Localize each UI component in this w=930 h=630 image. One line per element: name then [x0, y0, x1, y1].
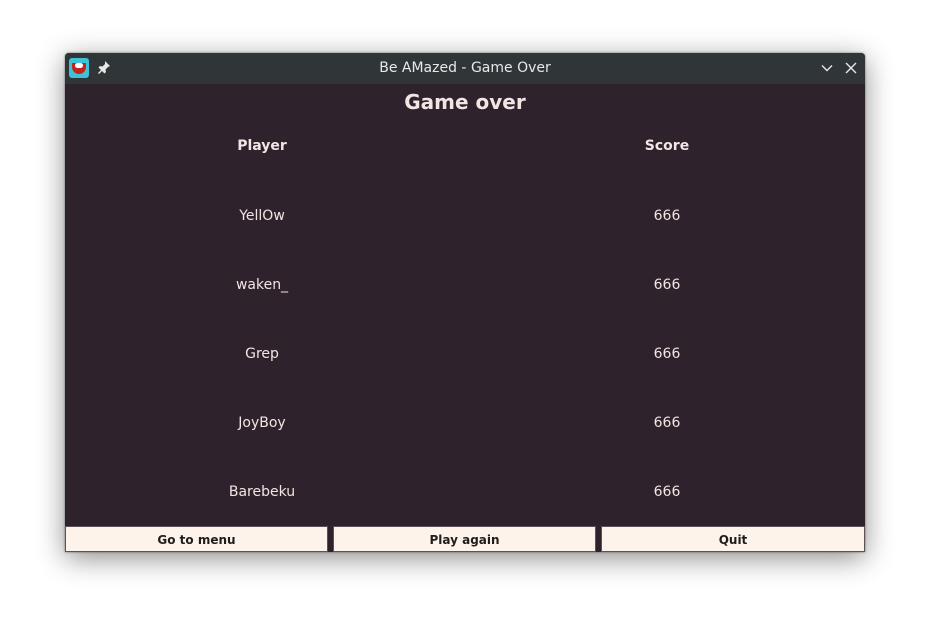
quit-button[interactable]: Quit	[601, 526, 865, 552]
title-bar[interactable]: Be AMazed - Game Over	[65, 53, 865, 84]
player-score: 666	[653, 415, 681, 431]
player-score: 666	[653, 208, 681, 224]
player-score: 666	[653, 277, 681, 293]
player-name: Barebeku	[228, 484, 296, 500]
play-again-button[interactable]: Play again	[333, 526, 596, 552]
table-row: Grep 666	[65, 343, 865, 365]
close-icon-svg	[845, 62, 857, 74]
game-over-content: Game over Player Score YellOw 666 waken_…	[65, 84, 865, 526]
go-to-menu-button[interactable]: Go to menu	[65, 526, 328, 552]
minimize-icon-svg	[821, 65, 833, 72]
score-column-header: Score	[644, 138, 690, 154]
player-score: 666	[653, 346, 681, 362]
window-title: Be AMazed - Game Over	[379, 60, 551, 76]
action-buttons: Go to menu Play again Quit	[65, 526, 865, 552]
player-name: Grep	[245, 346, 279, 362]
game-over-window: Be AMazed - Game Over Game over Player S…	[65, 53, 865, 552]
chevron-down-icon[interactable]	[820, 61, 834, 75]
player-column-header: Player	[237, 138, 287, 154]
page-title: Game over	[404, 90, 526, 114]
table-row: YellOw 666	[65, 205, 865, 227]
table-row: Barebeku 666	[65, 481, 865, 503]
close-icon[interactable]	[844, 61, 858, 75]
player-score: 666	[653, 484, 681, 500]
player-name: JoyBoy	[238, 415, 286, 431]
table-row: JoyBoy 666	[65, 412, 865, 434]
table-row: waken_ 666	[65, 274, 865, 296]
player-name: YellOw	[239, 208, 285, 224]
player-name: waken_	[235, 277, 289, 293]
